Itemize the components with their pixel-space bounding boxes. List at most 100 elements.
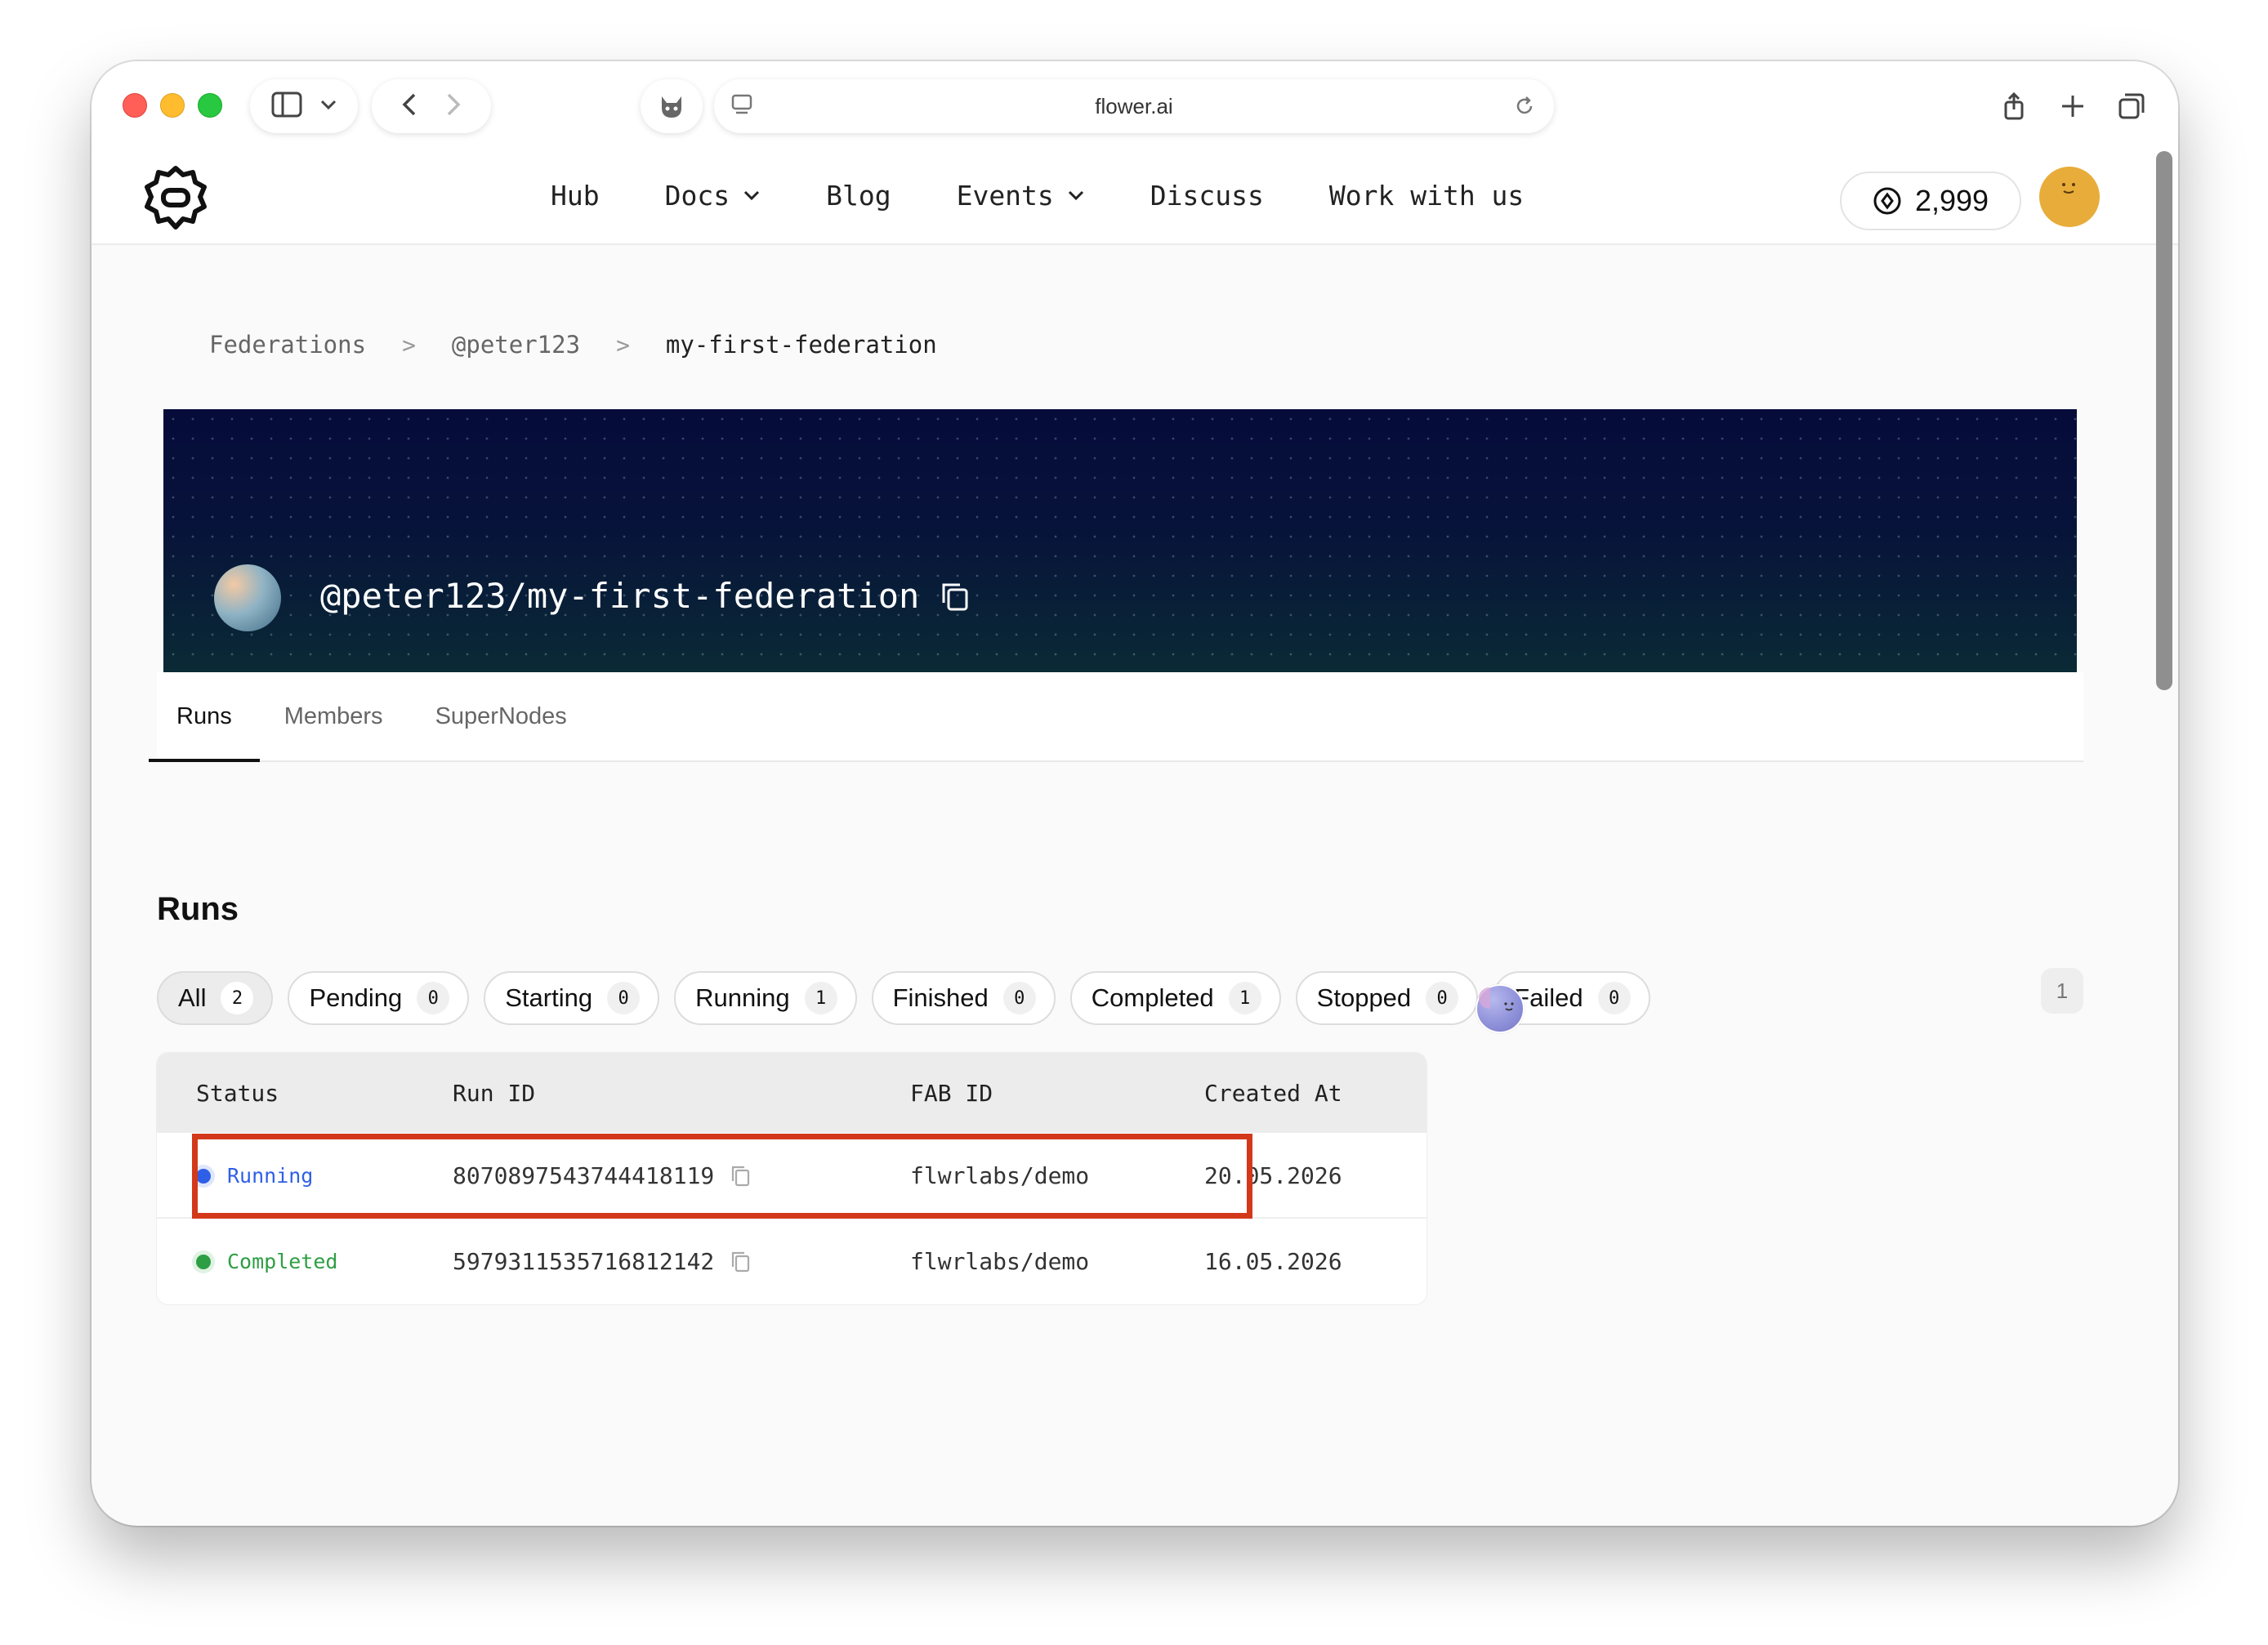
filter-label: Finished <box>892 983 989 1012</box>
forward-icon[interactable] <box>446 92 461 121</box>
filter-count: 0 <box>417 982 450 1014</box>
filter-running[interactable]: Running 1 <box>674 971 857 1025</box>
tab-overview-icon[interactable] <box>2114 89 2149 123</box>
user-avatar[interactable] <box>2039 167 2100 227</box>
run-status-filters: All 2 Pending 0 Starting 0 Running 1 Finishe… <box>157 971 1650 1025</box>
table-row[interactable]: Running 8070897543744418119 flwrlabs/dem… <box>157 1133 1426 1219</box>
status-dot-running <box>196 1168 211 1184</box>
tab-runs-label: Runs <box>176 702 232 729</box>
nav-work-with-us-label: Work with us <box>1328 179 1525 212</box>
nav-hub-label: Hub <box>551 179 600 212</box>
federation-tabs: Runs Members SuperNodes <box>149 672 2083 762</box>
url-text: flower.ai <box>1095 93 1173 118</box>
column-header-status[interactable]: Status <box>196 1053 279 1133</box>
nav-discuss[interactable]: Discuss <box>1150 180 1264 212</box>
chevron-down-icon <box>1068 190 1083 201</box>
fab-id-cell[interactable]: flwrlabs/demo <box>910 1219 1089 1304</box>
reload-icon[interactable] <box>1513 95 1536 122</box>
run-id: 5979311535716812142 <box>453 1248 715 1275</box>
filter-count: 2 <box>221 982 254 1014</box>
scrollbar[interactable] <box>2156 151 2172 690</box>
filter-count: 0 <box>1597 982 1631 1014</box>
filter-label: Running <box>695 983 790 1012</box>
back-icon[interactable] <box>402 92 417 121</box>
breadcrumb-user[interactable]: @peter123 <box>452 331 580 359</box>
credits-button[interactable]: 2,999 <box>1840 172 2021 230</box>
filter-count: 1 <box>1228 982 1261 1014</box>
filter-completed[interactable]: Completed 1 <box>1069 971 1281 1025</box>
breadcrumb-separator: > <box>402 331 416 359</box>
tab-runs[interactable]: Runs <box>149 672 260 762</box>
runs-heading: Runs <box>157 891 239 927</box>
maximize-window-button[interactable] <box>198 93 222 118</box>
collaborator-avatar[interactable] <box>1476 984 1525 1033</box>
filter-finished[interactable]: Finished 0 <box>871 971 1056 1025</box>
copy-icon[interactable] <box>729 1164 753 1188</box>
filter-label: Pending <box>309 983 403 1012</box>
banner-pattern <box>163 409 2077 672</box>
breadcrumb-separator: > <box>616 331 630 359</box>
new-tab-icon[interactable] <box>2056 89 2090 123</box>
share-icon[interactable] <box>1997 89 2031 123</box>
credits-value: 2,999 <box>1914 184 1989 217</box>
created-at-cell: 16.05.2026 <box>1204 1248 1342 1275</box>
filter-count: 0 <box>1426 982 1459 1014</box>
table-row[interactable]: Completed 5979311535716812142 flwrlabs/d… <box>157 1219 1426 1304</box>
tab-members[interactable]: Members <box>284 672 383 760</box>
column-header-fab-id[interactable]: FAB ID <box>910 1053 993 1133</box>
chevron-down-icon <box>744 190 760 201</box>
nav-hub[interactable]: Hub <box>551 180 600 212</box>
fab-id-cell[interactable]: flwrlabs/demo <box>910 1133 1089 1219</box>
filter-starting[interactable]: Starting 0 <box>484 971 660 1025</box>
credits-icon <box>1873 187 1901 215</box>
address-bar[interactable]: flower.ai <box>714 79 1554 133</box>
column-header-created-at[interactable]: Created At <box>1204 1053 1342 1133</box>
filter-label: Starting <box>505 983 593 1012</box>
sidebar-icon[interactable] <box>271 91 302 122</box>
toolbar-actions <box>1997 79 2149 133</box>
filter-label: All <box>178 983 207 1012</box>
status-cell: Running <box>196 1133 313 1219</box>
breadcrumb: Federations > @peter123 > my-first-feder… <box>209 331 937 359</box>
nav-discuss-label: Discuss <box>1150 179 1264 212</box>
status-dot-completed <box>196 1254 211 1269</box>
filter-all[interactable]: All 2 <box>157 971 274 1025</box>
page-indicator[interactable]: 1 <box>2041 968 2083 1014</box>
history-nav-group <box>372 79 491 133</box>
site-header: Hub Docs Blog Events Discuss Work with u… <box>92 147 2178 245</box>
copy-icon[interactable] <box>729 1250 753 1274</box>
tab-supernodes[interactable]: SuperNodes <box>435 672 567 760</box>
created-at-cell: 20.05.2026 <box>1204 1162 1342 1189</box>
federation-banner: @peter123/my-first-federation <box>163 409 2077 672</box>
run-id: 8070897543744418119 <box>453 1162 715 1189</box>
federation-title: @peter123/my-first-federation <box>320 576 971 616</box>
runs-table: Status Run ID FAB ID Created At Running … <box>157 1053 1426 1304</box>
filter-label: Completed <box>1091 983 1214 1012</box>
nav-events[interactable]: Events <box>957 180 1085 212</box>
status-label: Completed <box>227 1250 338 1273</box>
nav-docs[interactable]: Docs <box>665 180 761 212</box>
extension-icon[interactable] <box>641 79 703 133</box>
status-cell: Completed <box>196 1219 337 1304</box>
column-header-run-id[interactable]: Run ID <box>453 1053 535 1133</box>
nav-blog[interactable]: Blog <box>826 180 891 212</box>
copy-icon[interactable] <box>939 580 971 613</box>
filter-count: 0 <box>1002 982 1036 1014</box>
filter-pending[interactable]: Pending 0 <box>288 971 470 1025</box>
breadcrumb-federations[interactable]: Federations <box>209 331 366 359</box>
close-window-button[interactable] <box>123 93 147 118</box>
page-icon <box>730 93 753 120</box>
flower-logo-icon[interactable] <box>141 163 211 234</box>
filter-label: Stopped <box>1316 983 1412 1012</box>
nav-events-label: Events <box>956 179 1054 212</box>
filter-count: 0 <box>607 982 641 1014</box>
main-nav: Hub Docs Blog Events Discuss Work with u… <box>551 147 1524 243</box>
status-label: Running <box>227 1164 314 1188</box>
chevron-down-icon[interactable] <box>320 99 337 114</box>
table-header: Status Run ID FAB ID Created At <box>157 1053 1426 1133</box>
nav-docs-label: Docs <box>664 179 730 212</box>
minimize-window-button[interactable] <box>160 93 185 118</box>
nav-work-with-us[interactable]: Work with us <box>1329 180 1524 212</box>
filter-stopped[interactable]: Stopped 0 <box>1295 971 1479 1025</box>
nav-blog-label: Blog <box>826 179 891 212</box>
